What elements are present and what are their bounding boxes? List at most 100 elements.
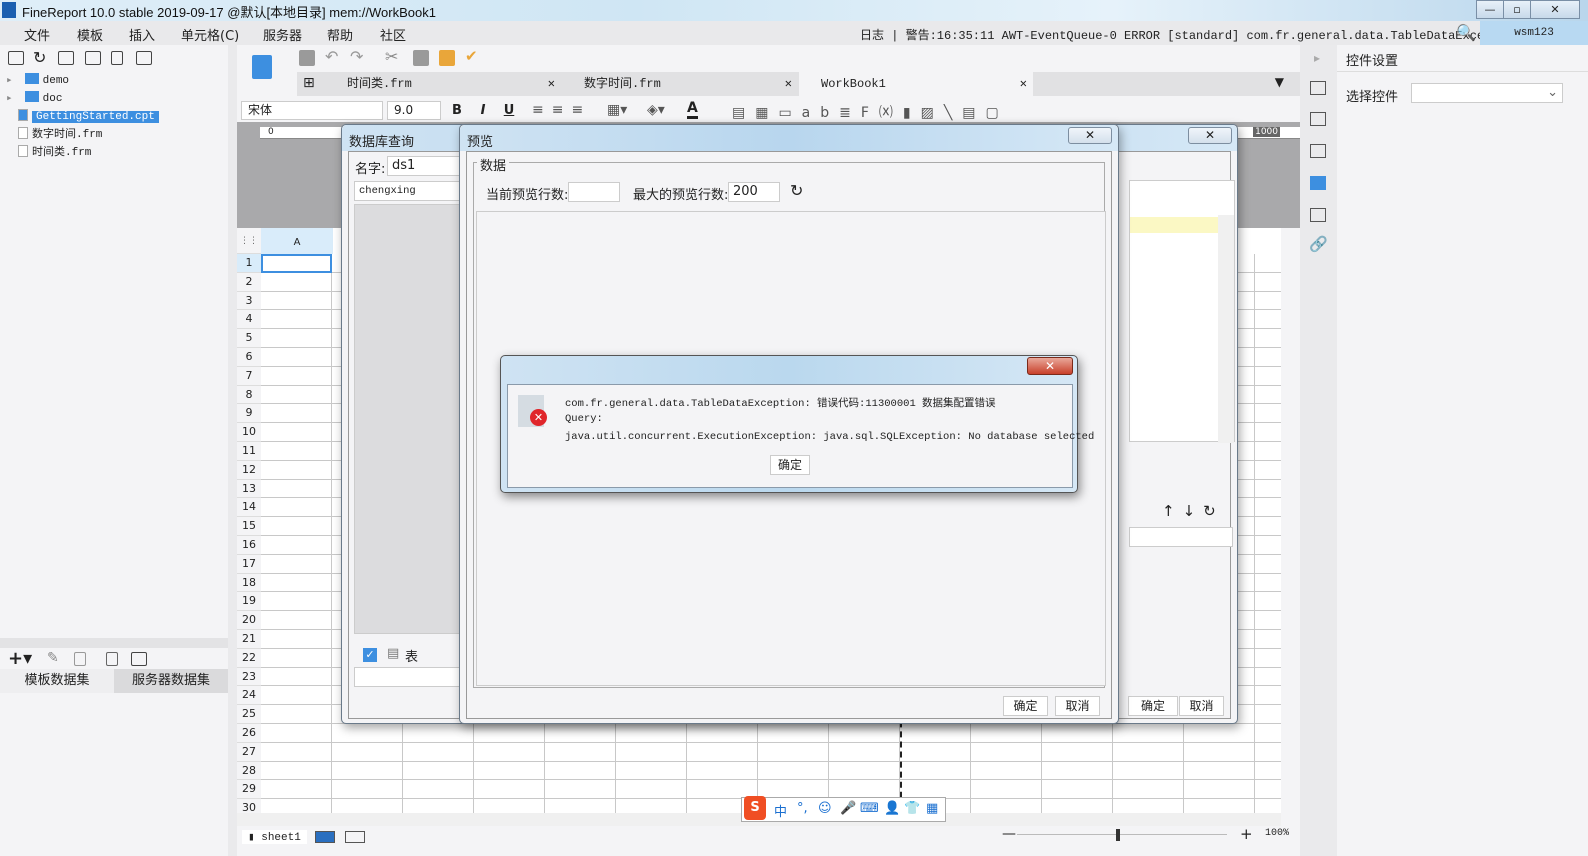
cell[interactable]	[1255, 423, 1281, 442]
cell[interactable]	[1255, 649, 1281, 668]
table-list[interactable]	[354, 204, 466, 634]
cell[interactable]	[261, 630, 332, 649]
row-header[interactable]: 25	[237, 705, 261, 724]
row-header[interactable]: 12	[237, 460, 261, 480]
cell[interactable]	[758, 724, 829, 743]
hyperlink-icon[interactable]: 🔗	[1309, 235, 1328, 253]
cell[interactable]	[261, 460, 332, 480]
cell[interactable]	[829, 742, 900, 762]
cell[interactable]	[1113, 761, 1184, 781]
search-icon[interactable]: 🔍	[1456, 23, 1476, 42]
row-header[interactable]: 14	[237, 498, 261, 518]
cell[interactable]	[261, 761, 332, 781]
ok-button[interactable]: 确定	[770, 455, 810, 475]
cell[interactable]	[261, 498, 332, 518]
refresh-icon[interactable]: ↻	[33, 48, 46, 67]
cell[interactable]	[1255, 780, 1281, 800]
cancel-button[interactable]: 取消	[1055, 696, 1100, 716]
cell[interactable]	[1042, 780, 1113, 800]
font-color-icon[interactable]: A	[687, 100, 698, 119]
keyboard-icon[interactable]: ⌨	[860, 801, 879, 816]
cell[interactable]	[616, 761, 687, 781]
copy-icon[interactable]	[413, 50, 429, 66]
cell[interactable]	[900, 742, 971, 762]
underline-button[interactable]: U	[502, 103, 516, 118]
new-folder-icon[interactable]	[8, 51, 24, 65]
cell[interactable]	[1255, 386, 1281, 405]
row-header[interactable]: 19	[237, 592, 261, 612]
cell[interactable]	[1255, 404, 1281, 424]
cell[interactable]	[332, 761, 403, 781]
menu-community[interactable]: 社区	[380, 25, 406, 44]
maximize-button[interactable]: ▫	[1503, 0, 1531, 19]
widget-layout-icon[interactable]	[1310, 81, 1326, 95]
cell[interactable]	[1184, 780, 1255, 800]
column-header[interactable]: A	[261, 228, 333, 254]
cell[interactable]	[1255, 292, 1281, 311]
cell[interactable]	[1042, 761, 1113, 781]
tree-item-shijianlei[interactable]: 时间类.frm	[14, 145, 91, 162]
name-input[interactable]: ds1	[387, 156, 467, 176]
cell[interactable]	[332, 780, 403, 800]
close-tab-icon[interactable]: ✕	[1020, 72, 1027, 96]
cell[interactable]	[403, 780, 474, 800]
close-button[interactable]: ✕	[1027, 357, 1073, 375]
vertical-scrollbar[interactable]	[1218, 215, 1234, 443]
menu-file[interactable]: 文件	[24, 25, 50, 44]
max-rows-input[interactable]: 200	[728, 182, 780, 202]
cell[interactable]	[1184, 724, 1255, 743]
row-header[interactable]: 10	[237, 423, 261, 442]
ime-chinese[interactable]: 中	[774, 801, 787, 820]
cell[interactable]	[900, 724, 971, 743]
minimize-button[interactable]: —	[1476, 0, 1504, 19]
settings-icon[interactable]	[85, 51, 101, 65]
cell[interactable]	[1255, 686, 1281, 706]
frame-icon[interactable]	[1310, 144, 1326, 158]
cell[interactable]	[261, 310, 332, 330]
sheet-tab[interactable]: ▮ sheet1	[242, 830, 307, 844]
panel-splitter[interactable]	[0, 638, 228, 648]
ok-button[interactable]: 确定	[1003, 696, 1048, 716]
ime-punctuation[interactable]: °,	[797, 801, 808, 816]
zoom-slider[interactable]	[1017, 834, 1227, 835]
cell[interactable]	[829, 761, 900, 781]
cell[interactable]	[1113, 724, 1184, 743]
cell[interactable]	[1255, 611, 1281, 630]
cell[interactable]	[1255, 310, 1281, 330]
row-header[interactable]: 26	[237, 724, 261, 743]
cell[interactable]	[261, 592, 332, 612]
cell[interactable]	[971, 780, 1042, 800]
delete-icon[interactable]	[111, 51, 123, 65]
cell[interactable]	[1255, 273, 1281, 292]
cell[interactable]	[1042, 724, 1113, 743]
cell[interactable]	[1255, 574, 1281, 593]
menu-help[interactable]: 帮助	[327, 25, 353, 44]
cell[interactable]	[971, 724, 1042, 743]
user-icon[interactable]: 👤	[884, 801, 900, 816]
sql-editor[interactable]	[1129, 180, 1235, 443]
select-all-corner[interactable]: ⋮⋮	[237, 228, 261, 254]
cell[interactable]	[1255, 367, 1281, 386]
cell[interactable]	[545, 780, 616, 800]
undo-icon[interactable]: ↶	[325, 47, 338, 66]
param-field[interactable]	[1129, 527, 1233, 547]
row-header[interactable]: 6	[237, 348, 261, 367]
cell[interactable]	[261, 479, 332, 499]
cell[interactable]	[474, 724, 545, 743]
tab-list-icon[interactable]: ▼	[1275, 75, 1284, 89]
cell[interactable]	[1113, 780, 1184, 800]
condition-icon[interactable]	[1310, 208, 1326, 222]
cell[interactable]	[758, 742, 829, 762]
add-form-sheet-icon[interactable]	[345, 831, 365, 843]
cell[interactable]	[545, 742, 616, 762]
table-checkbox[interactable]: ✓	[363, 648, 377, 662]
tab-template-dataset[interactable]: 模板数据集	[0, 669, 114, 693]
cell[interactable]	[1255, 329, 1281, 348]
expand-icon[interactable]: ▸	[1314, 51, 1320, 65]
tab-server-dataset[interactable]: 服务器数据集	[114, 669, 228, 693]
save-icon[interactable]	[299, 50, 315, 66]
row-header[interactable]: 4	[237, 310, 261, 330]
show-files-icon[interactable]	[58, 51, 74, 65]
row-header[interactable]: 17	[237, 554, 261, 574]
close-button[interactable]: ✕	[1188, 127, 1232, 144]
